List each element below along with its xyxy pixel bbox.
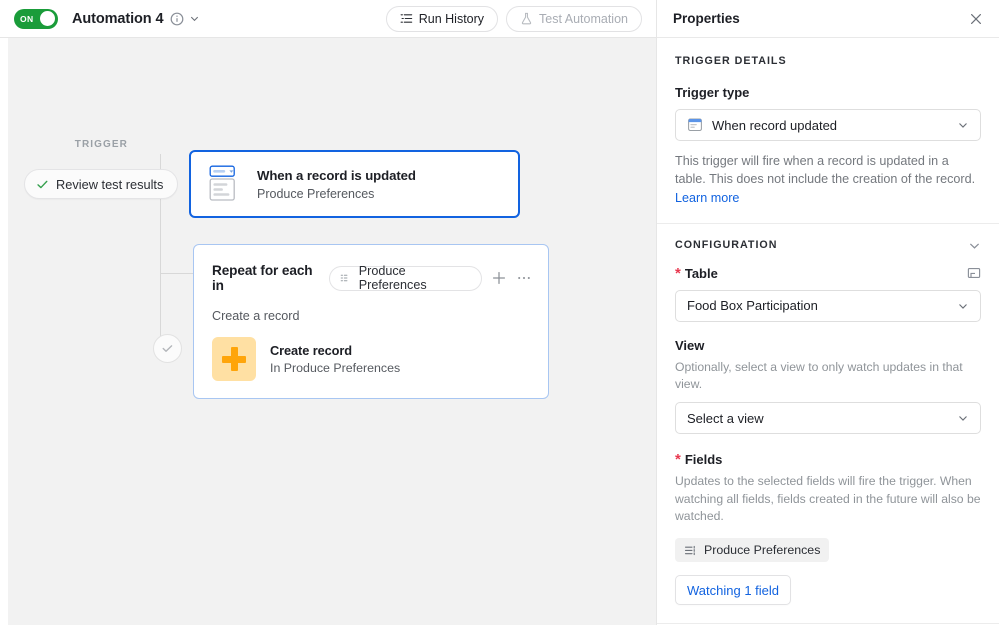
- properties-title: Properties: [673, 11, 740, 26]
- repeat-group-title: Repeat for each in: [212, 263, 320, 293]
- view-label-text: View: [675, 338, 704, 353]
- view-helper-text: Optionally, select a view to only watch …: [675, 359, 981, 394]
- list-field-icon: [340, 272, 351, 284]
- trigger-node-card[interactable]: When a record is updated Produce Prefere…: [189, 150, 520, 218]
- trigger-type-label: Trigger type: [675, 85, 981, 100]
- chevron-down-icon[interactable]: [189, 13, 200, 24]
- configuration-section: CONFIGURATION * Table Food: [657, 224, 999, 606]
- long-text-field-icon: [684, 544, 697, 557]
- create-record-step-subtitle: In Produce Preferences: [270, 361, 400, 375]
- table-label-text: Table: [685, 266, 718, 281]
- configuration-header[interactable]: CONFIGURATION: [675, 239, 981, 252]
- info-icon[interactable]: [170, 12, 184, 26]
- connector-line: [160, 204, 161, 346]
- repeat-group-header: Repeat for each in Produce Preferences: [212, 263, 532, 293]
- flow-end-node[interactable]: [153, 334, 182, 363]
- watched-field-chip-label: Produce Preferences: [704, 543, 820, 557]
- view-select[interactable]: Select a view: [675, 402, 981, 434]
- watching-fields-row: Watching 1 field: [675, 575, 981, 605]
- required-marker: *: [675, 266, 681, 281]
- trigger-type-select[interactable]: When record updated: [675, 109, 981, 141]
- plus-icon[interactable]: [491, 270, 507, 286]
- trigger-type-value: When record updated: [712, 118, 837, 133]
- table-select-value: Food Box Participation: [687, 298, 818, 313]
- repeat-source-chip[interactable]: Produce Preferences: [329, 266, 482, 291]
- fields-helper-text: Updates to the selected fields will fire…: [675, 473, 981, 525]
- trigger-type-label-text: Trigger type: [675, 85, 749, 100]
- record-icon: [207, 165, 243, 203]
- test-automation-label: Test Automation: [539, 12, 628, 26]
- repeat-group-card[interactable]: Repeat for each in Produce Preferences: [193, 244, 549, 399]
- watching-fields-button[interactable]: Watching 1 field: [675, 575, 791, 605]
- table-field-label: * Table: [675, 266, 981, 281]
- review-test-results-label: Review test results: [56, 177, 163, 192]
- watched-field-chip[interactable]: Produce Preferences: [675, 538, 829, 562]
- trigger-node-text: When a record is updated Produce Prefere…: [257, 168, 416, 201]
- canvas-pane: ON Automation 4: [0, 0, 656, 625]
- repeat-group-subheading: Create a record: [212, 309, 532, 323]
- trigger-details-header: TRIGGER DETAILS: [675, 55, 981, 67]
- close-icon[interactable]: [969, 12, 983, 26]
- automation-title: Automation 4: [72, 11, 163, 27]
- test-automation-button[interactable]: Test Automation: [506, 6, 642, 32]
- toggle-label: ON: [17, 14, 34, 24]
- table-select[interactable]: Food Box Participation: [675, 290, 981, 322]
- toggle-knob: [40, 11, 55, 26]
- fields-field-label: * Fields: [675, 452, 981, 467]
- create-record-step-text: Create record In Produce Preferences: [270, 343, 400, 375]
- trigger-node-subtitle: Produce Preferences: [257, 187, 416, 201]
- configuration-header-label: CONFIGURATION: [675, 239, 777, 251]
- run-history-label: Run History: [419, 12, 484, 26]
- top-bar: ON Automation 4: [0, 0, 656, 38]
- record-icon: [687, 117, 703, 133]
- chevron-down-icon: [957, 119, 969, 131]
- properties-panel: Properties TRIGGER DETAILS Trigger type: [656, 0, 999, 625]
- repeat-source-chip-label: Produce Preferences: [359, 264, 468, 292]
- trigger-type-description: This trigger will fire when a record is …: [675, 152, 981, 207]
- chevron-down-icon: [957, 412, 969, 424]
- fields-label-text: Fields: [685, 452, 723, 467]
- trigger-description-text: This trigger will fire when a record is …: [675, 154, 975, 186]
- create-record-step[interactable]: Create record In Produce Preferences: [212, 337, 532, 381]
- trigger-details-section: TRIGGER DETAILS Trigger type When record…: [657, 38, 999, 207]
- plus-tile-icon: [212, 337, 256, 381]
- flow-canvas[interactable]: TRIGGER ACTIONS Review test results: [8, 38, 656, 625]
- run-history-button[interactable]: Run History: [386, 6, 498, 32]
- watching-fields-label: Watching 1 field: [687, 583, 779, 598]
- chevron-down-icon: [957, 300, 969, 312]
- automation-enabled-toggle[interactable]: ON: [14, 9, 58, 29]
- properties-header: Properties: [657, 0, 999, 38]
- learn-more-link[interactable]: Learn more: [675, 191, 739, 205]
- required-marker: *: [675, 452, 681, 467]
- ellipsis-icon[interactable]: [516, 270, 532, 286]
- check-icon: [36, 178, 49, 191]
- watched-fields-list: Produce Preferences: [675, 538, 981, 562]
- review-test-results-button[interactable]: Review test results: [24, 169, 178, 199]
- top-bar-actions: Run History Test Automation: [386, 6, 642, 32]
- automation-editor: ON Automation 4: [0, 0, 999, 625]
- trigger-node-title: When a record is updated: [257, 168, 416, 183]
- chevron-down-icon[interactable]: [968, 239, 981, 252]
- trigger-section-label: TRIGGER: [8, 139, 128, 150]
- trigger-details-header-label: TRIGGER DETAILS: [675, 55, 787, 67]
- create-record-step-title: Create record: [270, 343, 400, 358]
- connector-line: [160, 273, 194, 274]
- check-circle-icon: [161, 342, 174, 355]
- expand-panel-icon[interactable]: [967, 266, 981, 280]
- view-field-label: View: [675, 338, 981, 353]
- view-select-value: Select a view: [687, 411, 764, 426]
